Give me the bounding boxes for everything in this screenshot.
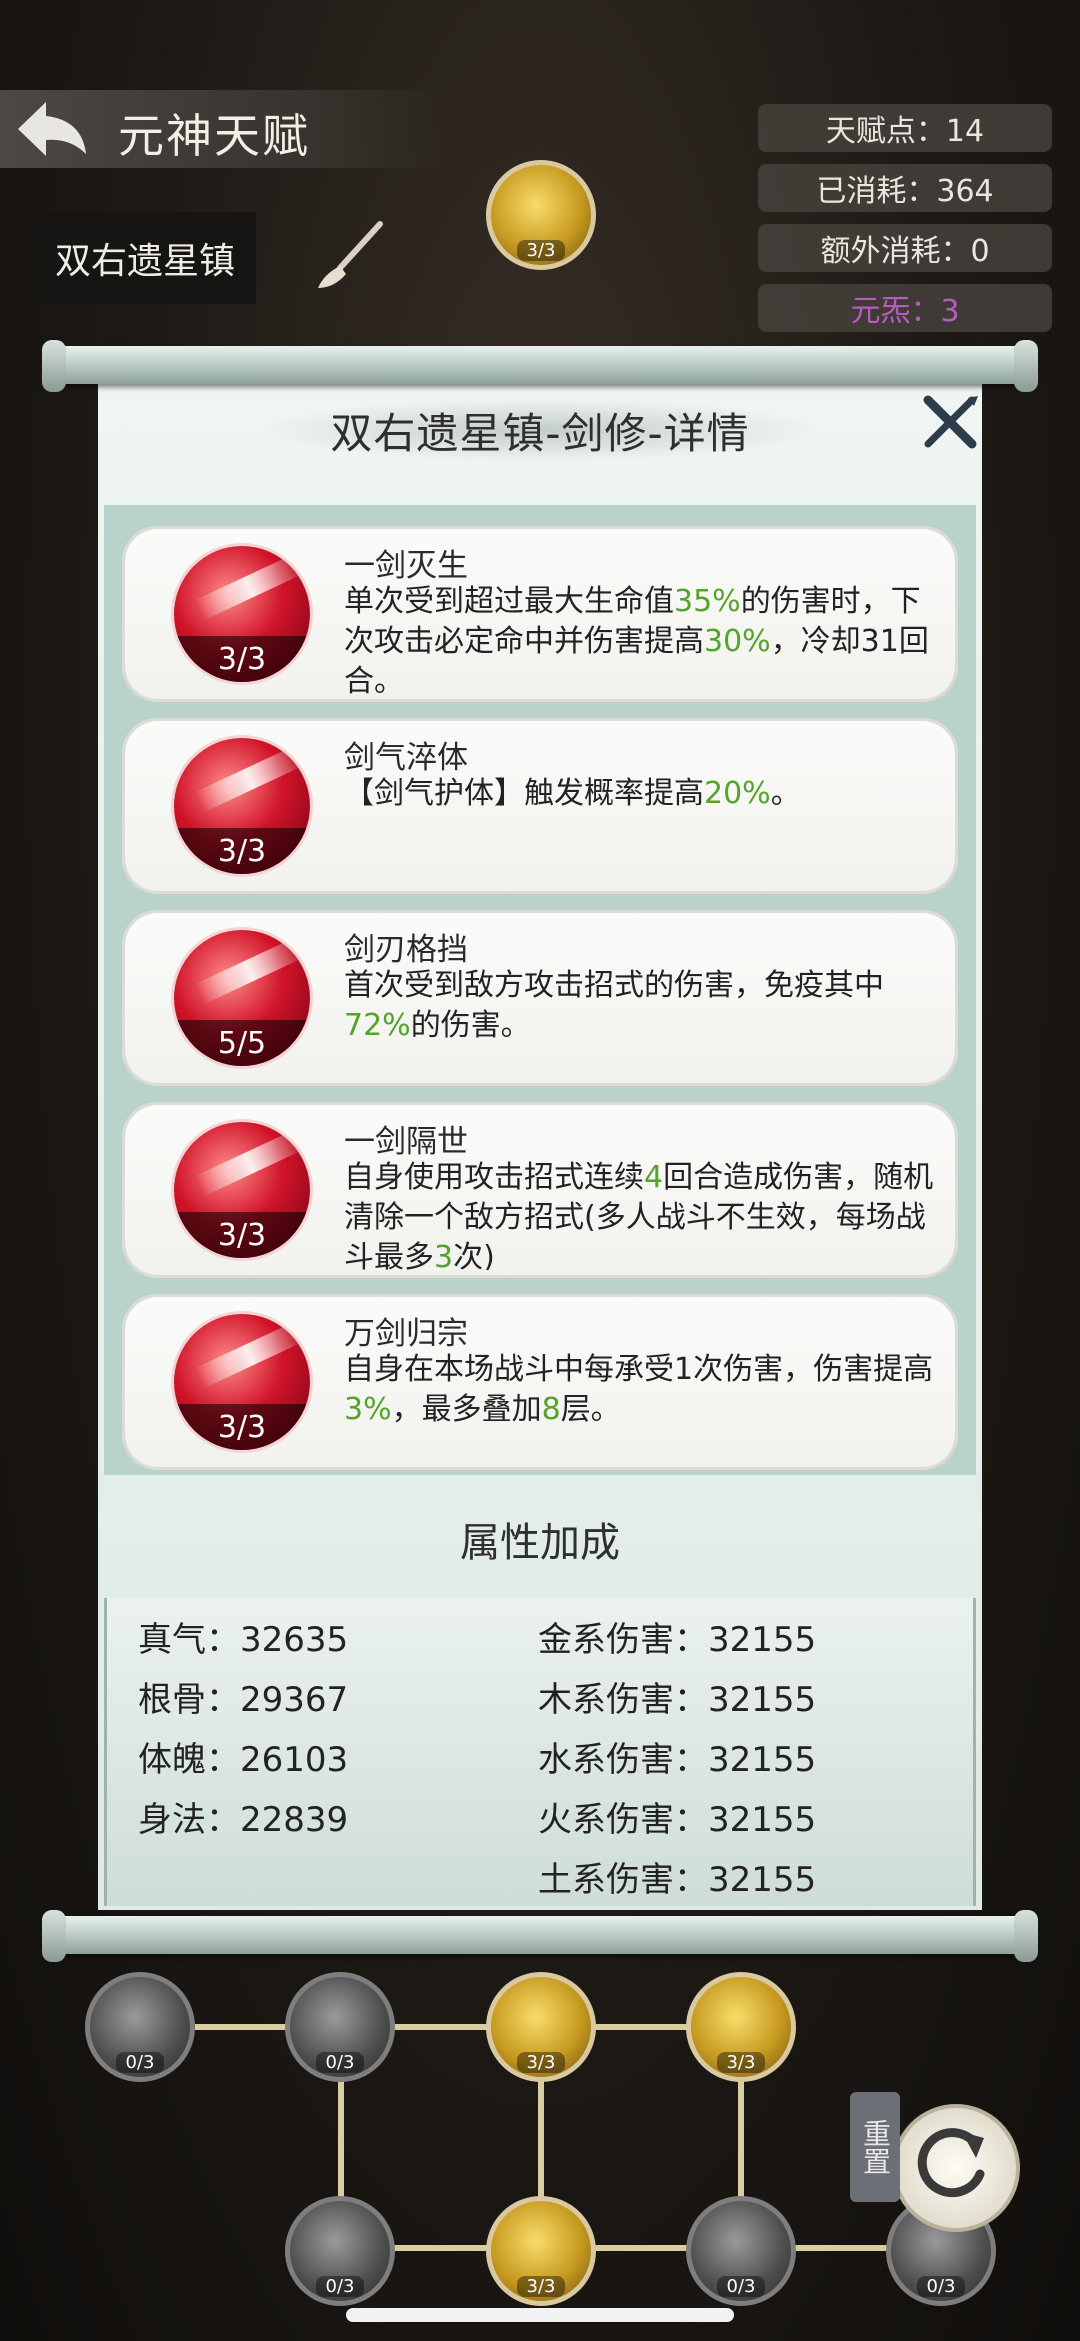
attribute-item: 根骨：29367 bbox=[138, 1680, 349, 1720]
skill-card[interactable]: 3/3 剑气淬体 【剑气护体】触发概率提高20%。 bbox=[122, 718, 958, 894]
talent-node[interactable]: 0/3 bbox=[85, 1972, 195, 2082]
talent-node[interactable]: 0/3 bbox=[686, 2196, 796, 2306]
yuanqi-stat: 元炁：3 bbox=[758, 284, 1052, 332]
scroll-rod-end bbox=[1014, 340, 1038, 392]
scroll-rod-top bbox=[46, 346, 1034, 384]
attribute-item: 金系伤害：32155 bbox=[538, 1620, 817, 1660]
skill-description: 首次受到敌方攻击招式的伤害，免疫其中72%的伤害。 bbox=[344, 968, 884, 1043]
attribute-item: 真气：32635 bbox=[138, 1620, 349, 1660]
ten-thousand-swords-icon: 3/3 bbox=[174, 1314, 310, 1450]
node-count: 3/3 bbox=[516, 240, 566, 261]
skill-name: 剑气淬体 bbox=[344, 740, 468, 776]
scroll-rod-end bbox=[42, 340, 66, 392]
attribute-item: 土系伤害：32155 bbox=[538, 1860, 817, 1900]
brush-icon[interactable] bbox=[310, 216, 390, 296]
attribute-item: 体魄：26103 bbox=[138, 1740, 349, 1780]
panel-title: 双右遗星镇-剑修-详情 bbox=[330, 409, 750, 458]
tree-connector bbox=[340, 2245, 940, 2251]
scroll-rod-end bbox=[42, 1910, 66, 1962]
page-title: 元神天赋 bbox=[118, 109, 310, 163]
talent-node-top[interactable]: 3/3 bbox=[486, 160, 596, 270]
sword-strike-icon: 3/3 bbox=[174, 1122, 310, 1258]
talent-node[interactable]: 3/3 bbox=[486, 2196, 596, 2306]
attribute-item: 木系伤害：32155 bbox=[538, 1680, 817, 1720]
extra-consumed-stat: 额外消耗：0 bbox=[758, 224, 1052, 272]
skill-description: 单次受到超过最大生命值35%的伤害时，下次攻击必定命中并伤害提高30%，冷却31… bbox=[344, 584, 929, 694]
skill-card[interactable]: 3/3 万剑归宗 自身在本场战斗中每承受1次伤害，伤害提高3%，最多叠加8层。 bbox=[122, 1294, 958, 1470]
talent-node[interactable]: 0/3 bbox=[285, 1972, 395, 2082]
skill-level: 5/5 bbox=[174, 1020, 310, 1066]
skill-description: 自身使用攻击招式连续4回合造成伤害，随机清除一个敌方招式(多人战斗不生效，每场战… bbox=[344, 1160, 934, 1270]
consumed-stat: 已消耗：364 bbox=[758, 164, 1052, 212]
location-tag: 双右遗星镇 bbox=[34, 212, 256, 304]
tree-connector bbox=[195, 2024, 755, 2030]
talent-points-stat: 天赋点：14 bbox=[758, 104, 1052, 152]
skill-level: 3/3 bbox=[174, 828, 310, 874]
skill-name: 一剑灭生 bbox=[344, 548, 468, 584]
back-arrow-icon[interactable] bbox=[12, 94, 92, 164]
skill-card[interactable]: 5/5 剑刃格挡 首次受到敌方攻击招式的伤害，免疫其中72%的伤害。 bbox=[122, 910, 958, 1086]
scroll-rod-bottom bbox=[46, 1916, 1034, 1954]
close-icon[interactable] bbox=[920, 392, 980, 452]
skill-level: 3/3 bbox=[174, 1212, 310, 1258]
refresh-icon bbox=[917, 2128, 985, 2198]
skill-name: 一剑隔世 bbox=[344, 1124, 468, 1160]
reset-button[interactable] bbox=[892, 2104, 1020, 2232]
skill-name: 剑刃格挡 bbox=[344, 932, 468, 968]
skill-card[interactable]: 3/3 一剑灭生 单次受到超过最大生命值35%的伤害时，下次攻击必定命中并伤害提… bbox=[122, 526, 958, 702]
talent-node[interactable]: 3/3 bbox=[486, 1972, 596, 2082]
attributes-heading: 属性加成 bbox=[460, 1520, 620, 1566]
talent-node[interactable]: 0/3 bbox=[285, 2196, 395, 2306]
talent-node[interactable]: 3/3 bbox=[686, 1972, 796, 2082]
sword-skill-icon: 3/3 bbox=[174, 546, 310, 682]
home-indicator[interactable] bbox=[346, 2308, 734, 2322]
attribute-item: 火系伤害：32155 bbox=[538, 1800, 817, 1840]
attribute-item: 水系伤害：32155 bbox=[538, 1740, 817, 1780]
skill-level: 3/3 bbox=[174, 1404, 310, 1450]
attribute-item: 身法：22839 bbox=[138, 1800, 349, 1840]
sword-aura-icon: 3/3 bbox=[174, 738, 310, 874]
skill-card[interactable]: 3/3 一剑隔世 自身使用攻击招式连续4回合造成伤害，随机清除一个敌方招式(多人… bbox=[122, 1102, 958, 1278]
skill-level: 3/3 bbox=[174, 636, 310, 682]
blade-block-icon: 5/5 bbox=[174, 930, 310, 1066]
scroll-rod-end bbox=[1014, 1910, 1038, 1962]
skill-description: 自身在本场战斗中每承受1次伤害，伤害提高3%，最多叠加8层。 bbox=[344, 1352, 934, 1427]
skill-description: 【剑气护体】触发概率提高20%。 bbox=[344, 776, 801, 811]
skill-name: 万剑归宗 bbox=[344, 1316, 468, 1352]
reset-label: 重置 bbox=[850, 2092, 900, 2202]
